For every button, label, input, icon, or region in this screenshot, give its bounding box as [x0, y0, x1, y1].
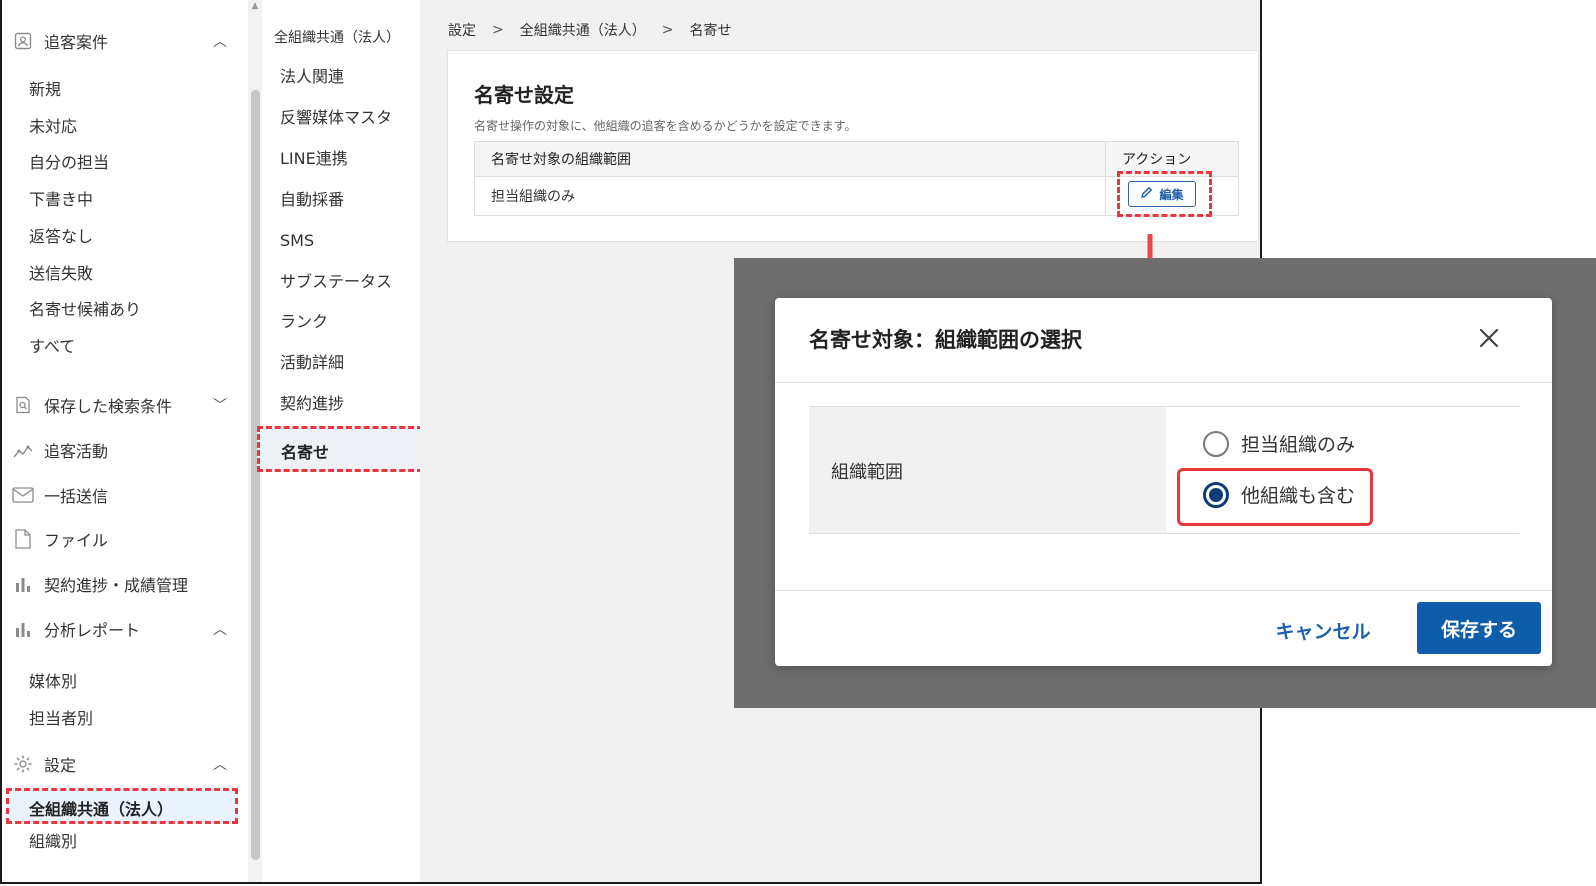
- page-description: 名寄せ操作の対象に、他組織の追客を含めるかどうかを設定できます。: [474, 119, 857, 133]
- subnav-item-auto-numbering[interactable]: 自動採番: [280, 187, 344, 213]
- sidebar-group-files[interactable]: ファイル: [12, 524, 227, 554]
- scroll-up-arrow-icon[interactable]: ▲: [248, 0, 262, 12]
- sidebar-group-activity[interactable]: 追客活動: [12, 435, 227, 465]
- subnav-item-media-master[interactable]: 反響媒体マスタ: [280, 105, 392, 131]
- gear-icon: [12, 753, 34, 775]
- page-title: 名寄せ設定: [474, 83, 574, 107]
- subnav-item-rank[interactable]: ランク: [280, 309, 328, 335]
- edit-button-label: 編集: [1159, 187, 1184, 202]
- org-scope-form-row: 組織範囲 担当組織のみ 他組織も含む: [809, 406, 1519, 534]
- subnav-title: 全組織共通（法人）: [274, 30, 400, 46]
- dialog-title: 名寄せ対象：組織範囲の選択: [809, 328, 1082, 352]
- sidebar-item-by-org[interactable]: 組織別: [29, 829, 77, 855]
- sidebar-group-settings[interactable]: 設定 ︿: [12, 749, 227, 779]
- bar-chart-icon: [12, 573, 34, 595]
- sidebar-item-all[interactable]: すべて: [29, 334, 75, 360]
- chevron-down-icon[interactable]: ﹀: [213, 395, 227, 415]
- chevron-up-icon[interactable]: ︿: [213, 619, 227, 639]
- breadcrumb: 設定 > 全組織共通（法人） > 名寄せ: [448, 20, 731, 40]
- sidebar-item-all-org-corporate[interactable]: 全組織共通（法人）: [6, 788, 238, 824]
- sidebar-item-by-media[interactable]: 媒体別: [29, 669, 77, 695]
- sidebar-group-contract-progress[interactable]: 契約進捗・成績管理: [12, 569, 227, 599]
- subnav-item-merge[interactable]: 名寄せ: [257, 426, 423, 472]
- chevron-up-icon[interactable]: ︿: [213, 31, 227, 51]
- merge-scope-dialog: 名寄せ対象：組織範囲の選択 組織範囲 担当組織のみ 他組織も含む キャンセル 保…: [775, 298, 1552, 666]
- sidebar-group-label: 一括送信: [44, 487, 109, 506]
- sidebar-group-label: 追客活動: [44, 442, 109, 461]
- radio-option-own-org[interactable]: 担当組織のみ: [1203, 430, 1355, 457]
- sidebar-group-label: ファイル: [44, 531, 109, 550]
- sidebar-item-no-reply[interactable]: 返答なし: [29, 224, 93, 250]
- sidebar-group-cases[interactable]: 追客案件 ︿: [12, 26, 227, 56]
- sidebar-item-merge-candidates[interactable]: 名寄せ候補あり: [29, 297, 141, 323]
- sidebar-group-label: 設定: [44, 756, 77, 775]
- sidebar-group-label: 契約進捗・成績管理: [44, 576, 189, 595]
- subnav-item-line[interactable]: LINE連携: [280, 146, 348, 172]
- sidebar-group-bulk-send[interactable]: 一括送信: [12, 480, 227, 510]
- sidebar-item-send-failed[interactable]: 送信失敗: [29, 261, 93, 287]
- subnav-item-activity-detail[interactable]: 活動詳細: [280, 350, 344, 376]
- activity-chart-icon: [12, 439, 34, 461]
- edit-button[interactable]: 編集: [1128, 181, 1196, 207]
- sidebar-scrollbar-thumb[interactable]: [251, 90, 260, 860]
- sidebar-group-label: 分析レポート: [44, 621, 141, 640]
- subnav-item-label: 名寄せ: [281, 443, 330, 462]
- sidebar-item-new[interactable]: 新規: [29, 77, 61, 103]
- table-cell-scope: 担当組織のみ: [491, 189, 575, 205]
- sidebar-item-label: 全組織共通（法人）: [29, 800, 174, 819]
- form-label: 組織範囲: [831, 462, 903, 483]
- sidebar-group-label: 追客案件: [44, 33, 109, 52]
- sidebar-item-unhandled[interactable]: 未対応: [29, 114, 77, 140]
- chevron-right-icon: >: [492, 22, 504, 38]
- breadcrumb-item-all-org[interactable]: 全組織共通（法人）: [520, 20, 646, 40]
- person-card-icon: [12, 30, 34, 52]
- divider: [775, 590, 1552, 591]
- file-icon: [12, 528, 34, 550]
- subnav-item-contract-progress[interactable]: 契約進捗: [280, 391, 344, 417]
- radio-button[interactable]: [1203, 430, 1229, 457]
- mail-icon: [12, 484, 34, 506]
- save-button[interactable]: 保存する: [1417, 602, 1541, 654]
- breadcrumb-item-merge: 名寄せ: [689, 23, 732, 39]
- sidebar-item-mine[interactable]: 自分の担当: [29, 150, 109, 176]
- breadcrumb-item-settings[interactable]: 設定: [448, 20, 476, 40]
- sidebar-item-draft[interactable]: 下書き中: [29, 187, 93, 213]
- table-header-scope: 名寄せ対象の組織範囲: [474, 141, 1106, 177]
- subnav-item-corporate[interactable]: 法人関連: [280, 64, 344, 90]
- saved-search-icon: [12, 394, 34, 416]
- sidebar-group-label: 保存した検索条件: [44, 397, 173, 416]
- sidebar-item-by-staff[interactable]: 担当者別: [29, 706, 93, 732]
- sidebar: 追客案件 ︿ 新規 未対応 自分の担当 下書き中 返答なし 送信失敗 名寄せ候補…: [2, 0, 247, 882]
- chevron-up-icon[interactable]: ︿: [213, 754, 227, 774]
- radio-highlight: [1177, 468, 1373, 526]
- bar-chart-icon: [12, 618, 34, 640]
- chevron-right-icon: >: [661, 22, 674, 38]
- cancel-button[interactable]: キャンセル: [1263, 608, 1383, 652]
- form-label-cell: 組織範囲: [809, 407, 1166, 533]
- subnav-item-substatus[interactable]: サブステータス: [280, 269, 392, 295]
- radio-label: 担当組織のみ: [1241, 434, 1356, 456]
- close-icon[interactable]: [1475, 324, 1503, 352]
- subnav-item-sms[interactable]: SMS: [280, 228, 314, 254]
- sidebar-group-analysis[interactable]: 分析レポート ︿: [12, 614, 227, 644]
- divider: [775, 382, 1552, 383]
- pencil-icon: [1140, 186, 1153, 202]
- sidebar-group-saved-search[interactable]: 保存した検索条件 ﹀: [12, 390, 227, 420]
